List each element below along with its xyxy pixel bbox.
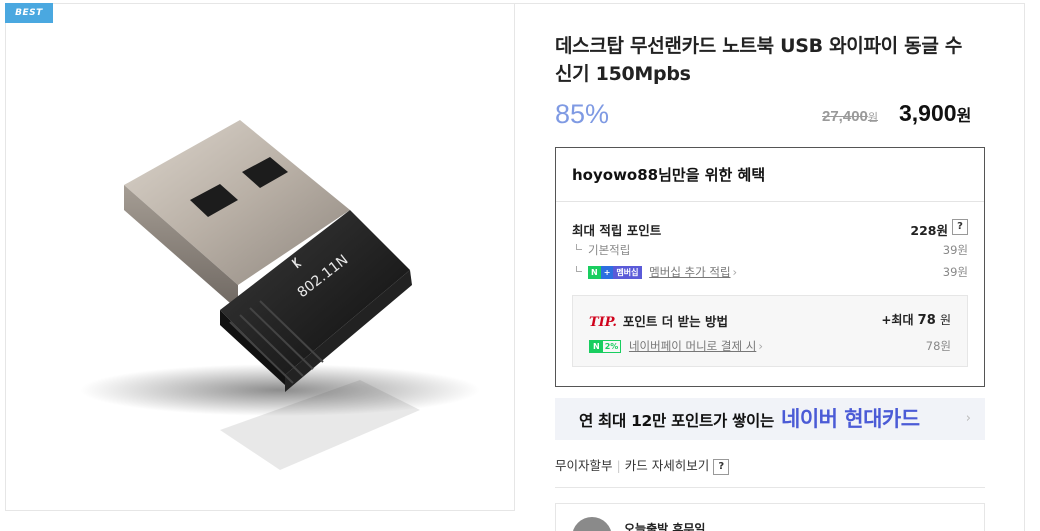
npay-row: N 2% 네이버페이 머니로 결제 시 › 78원 — [589, 338, 951, 354]
divider — [556, 201, 984, 202]
benefit-heading: hoyowo88님만을 위한 혜택 — [572, 166, 766, 184]
sale-price-unit: 원 — [956, 108, 972, 125]
seller-name: 오늘출발 후무일 — [624, 522, 706, 531]
membership-link[interactable]: 멤버십 추가 적립 — [649, 265, 730, 279]
card-banner-highlight: 네이버 현대카드 — [781, 407, 920, 431]
naver-n-icon: N — [590, 340, 603, 352]
basic-points-value: 39원 — [942, 243, 968, 257]
npay-link[interactable]: 네이버페이 머니로 결제 시 — [629, 339, 756, 353]
product-image[interactable]: 802.11N — [60, 100, 480, 500]
membership-points-value: 39원 — [942, 265, 968, 279]
max-points-label: 최대 적립 포인트 — [572, 223, 662, 238]
card-banner-text: 연 최대 12만 포인트가 쌓이는 — [579, 412, 774, 430]
npay-percent: 2% — [604, 341, 619, 351]
avatar — [572, 517, 612, 531]
tip-value: +최대 78 원 — [881, 311, 951, 328]
card-details-link[interactable]: 카드 자세히보기 — [625, 458, 709, 473]
original-price: 27,400원 — [822, 108, 878, 125]
membership-label-group: N + 멤버십 멤버십 추가 적립 › — [572, 264, 737, 280]
basic-points-label: 기본적립 — [588, 243, 631, 257]
naver-n-icon: N — [588, 265, 601, 279]
tip-text: 포인트 더 받는 방법 — [622, 314, 728, 329]
best-badge: BEST — [5, 3, 53, 23]
seller-box[interactable]: 오늘출발 후무일 — [555, 503, 985, 531]
max-points-value: 228원 — [910, 223, 948, 238]
original-price-value: 27,400 — [822, 108, 868, 125]
divider — [5, 510, 515, 511]
installment-label: 무이자할부 — [555, 458, 613, 473]
divider — [555, 487, 985, 488]
original-price-unit: 원 — [867, 112, 879, 124]
chevron-right-icon: › — [758, 339, 763, 353]
discount-rate: 85% — [555, 99, 610, 129]
sale-price: 3,900원 — [899, 100, 971, 127]
help-button[interactable]: ? — [713, 458, 730, 475]
npay-value: 78원 — [925, 339, 951, 353]
benefit-box: hoyowo88님만을 위한 혜택 최대 적립 포인트 228원 ? 기본적립 … — [555, 147, 985, 387]
help-button[interactable]: ? — [952, 219, 968, 235]
membership-badge: 멤버십 — [613, 265, 642, 279]
product-title: 데스크탑 무선랜카드 노트북 USB 와이파이 동글 수신기 150Mpbs — [555, 35, 963, 85]
tip-mark: TIP. — [589, 315, 617, 330]
chevron-right-icon: › — [965, 411, 971, 426]
divider: | — [616, 458, 621, 473]
chevron-right-icon: › — [732, 265, 738, 279]
installment-row: 무이자할부 | 카드 자세히보기? — [555, 455, 730, 475]
tip-row: TIP. 포인트 더 받는 방법 +최대 78 원 — [589, 311, 951, 330]
hyundai-card-banner[interactable]: 연 최대 12만 포인트가 쌓이는 네이버 현대카드 › — [555, 398, 985, 440]
tip-value-unit: 원 — [939, 313, 951, 327]
npay-badge: N 2% — [589, 339, 622, 353]
sale-price-value: 3,900 — [899, 100, 957, 126]
plus-icon: + — [600, 265, 614, 279]
tip-box: TIP. 포인트 더 받는 방법 +최대 78 원 N 2% 네이버페이 머니로 … — [572, 295, 968, 367]
tip-value-number: 78 — [917, 313, 936, 328]
tip-value-prefix: +최대 — [881, 313, 914, 327]
